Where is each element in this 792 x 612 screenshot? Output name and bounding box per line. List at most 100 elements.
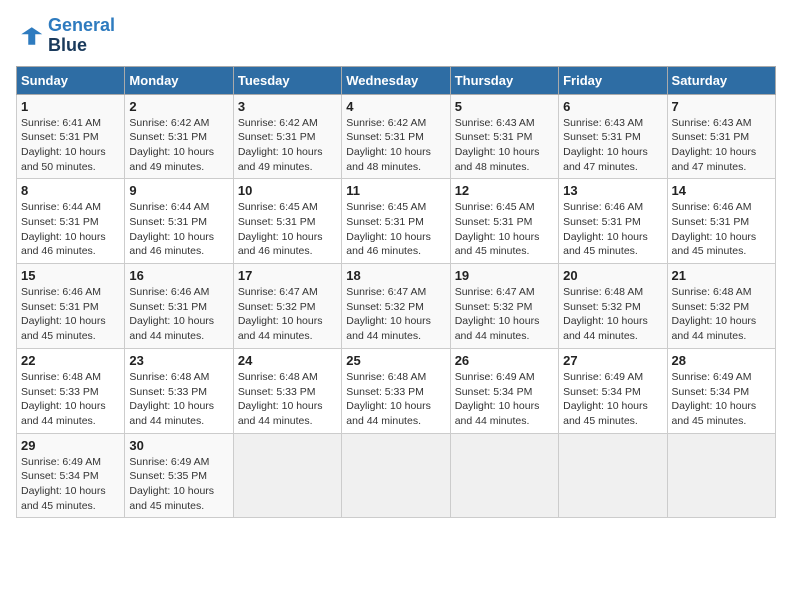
day-detail: Sunrise: 6:48 AM Sunset: 5:33 PM Dayligh… [238,370,337,429]
empty-cell [342,433,450,518]
header-friday: Friday [559,66,667,94]
day-cell-17: 17 Sunrise: 6:47 AM Sunset: 5:32 PM Dayl… [233,264,341,349]
day-detail: Sunrise: 6:45 AM Sunset: 5:31 PM Dayligh… [238,200,337,259]
day-cell-29: 29 Sunrise: 6:49 AM Sunset: 5:34 PM Dayl… [17,433,125,518]
day-number: 24 [238,353,337,368]
empty-cell [667,433,775,518]
day-number: 18 [346,268,445,283]
header-saturday: Saturday [667,66,775,94]
day-cell-12: 12 Sunrise: 6:45 AM Sunset: 5:31 PM Dayl… [450,179,558,264]
day-cell-8: 8 Sunrise: 6:44 AM Sunset: 5:31 PM Dayli… [17,179,125,264]
day-cell-1: 1 Sunrise: 6:41 AM Sunset: 5:31 PM Dayli… [17,94,125,179]
day-cell-4: 4 Sunrise: 6:42 AM Sunset: 5:31 PM Dayli… [342,94,450,179]
header-thursday: Thursday [450,66,558,94]
day-detail: Sunrise: 6:43 AM Sunset: 5:31 PM Dayligh… [455,116,554,175]
day-detail: Sunrise: 6:45 AM Sunset: 5:31 PM Dayligh… [455,200,554,259]
logo: General Blue [16,16,115,56]
day-number: 28 [672,353,771,368]
day-number: 1 [21,99,120,114]
day-cell-14: 14 Sunrise: 6:46 AM Sunset: 5:31 PM Dayl… [667,179,775,264]
empty-cell [559,433,667,518]
day-number: 21 [672,268,771,283]
header-wednesday: Wednesday [342,66,450,94]
day-number: 22 [21,353,120,368]
day-detail: Sunrise: 6:42 AM Sunset: 5:31 PM Dayligh… [238,116,337,175]
day-cell-9: 9 Sunrise: 6:44 AM Sunset: 5:31 PM Dayli… [125,179,233,264]
day-cell-21: 21 Sunrise: 6:48 AM Sunset: 5:32 PM Dayl… [667,264,775,349]
day-number: 2 [129,99,228,114]
day-detail: Sunrise: 6:49 AM Sunset: 5:34 PM Dayligh… [563,370,662,429]
day-number: 15 [21,268,120,283]
day-number: 3 [238,99,337,114]
day-number: 14 [672,183,771,198]
day-detail: Sunrise: 6:46 AM Sunset: 5:31 PM Dayligh… [21,285,120,344]
day-detail: Sunrise: 6:46 AM Sunset: 5:31 PM Dayligh… [563,200,662,259]
header-tuesday: Tuesday [233,66,341,94]
header-monday: Monday [125,66,233,94]
day-detail: Sunrise: 6:47 AM Sunset: 5:32 PM Dayligh… [346,285,445,344]
day-cell-27: 27 Sunrise: 6:49 AM Sunset: 5:34 PM Dayl… [559,348,667,433]
day-cell-6: 6 Sunrise: 6:43 AM Sunset: 5:31 PM Dayli… [559,94,667,179]
day-number: 29 [21,438,120,453]
day-cell-22: 22 Sunrise: 6:48 AM Sunset: 5:33 PM Dayl… [17,348,125,433]
day-detail: Sunrise: 6:44 AM Sunset: 5:31 PM Dayligh… [129,200,228,259]
empty-cell [450,433,558,518]
day-detail: Sunrise: 6:45 AM Sunset: 5:31 PM Dayligh… [346,200,445,259]
day-cell-25: 25 Sunrise: 6:48 AM Sunset: 5:33 PM Dayl… [342,348,450,433]
day-number: 27 [563,353,662,368]
calendar-week-4: 22 Sunrise: 6:48 AM Sunset: 5:33 PM Dayl… [17,348,776,433]
calendar-week-5: 29 Sunrise: 6:49 AM Sunset: 5:34 PM Dayl… [17,433,776,518]
day-detail: Sunrise: 6:46 AM Sunset: 5:31 PM Dayligh… [672,200,771,259]
day-cell-19: 19 Sunrise: 6:47 AM Sunset: 5:32 PM Dayl… [450,264,558,349]
day-detail: Sunrise: 6:43 AM Sunset: 5:31 PM Dayligh… [672,116,771,175]
day-number: 10 [238,183,337,198]
day-number: 12 [455,183,554,198]
calendar-table: SundayMondayTuesdayWednesdayThursdayFrid… [16,66,776,519]
day-cell-24: 24 Sunrise: 6:48 AM Sunset: 5:33 PM Dayl… [233,348,341,433]
day-cell-13: 13 Sunrise: 6:46 AM Sunset: 5:31 PM Dayl… [559,179,667,264]
day-cell-23: 23 Sunrise: 6:48 AM Sunset: 5:33 PM Dayl… [125,348,233,433]
day-cell-3: 3 Sunrise: 6:42 AM Sunset: 5:31 PM Dayli… [233,94,341,179]
day-cell-16: 16 Sunrise: 6:46 AM Sunset: 5:31 PM Dayl… [125,264,233,349]
day-number: 23 [129,353,228,368]
calendar-week-3: 15 Sunrise: 6:46 AM Sunset: 5:31 PM Dayl… [17,264,776,349]
empty-cell [233,433,341,518]
day-detail: Sunrise: 6:46 AM Sunset: 5:31 PM Dayligh… [129,285,228,344]
header: General Blue [16,16,776,56]
day-detail: Sunrise: 6:48 AM Sunset: 5:32 PM Dayligh… [672,285,771,344]
day-detail: Sunrise: 6:41 AM Sunset: 5:31 PM Dayligh… [21,116,120,175]
day-number: 26 [455,353,554,368]
day-detail: Sunrise: 6:49 AM Sunset: 5:34 PM Dayligh… [455,370,554,429]
day-cell-28: 28 Sunrise: 6:49 AM Sunset: 5:34 PM Dayl… [667,348,775,433]
day-detail: Sunrise: 6:47 AM Sunset: 5:32 PM Dayligh… [238,285,337,344]
day-number: 11 [346,183,445,198]
day-detail: Sunrise: 6:49 AM Sunset: 5:34 PM Dayligh… [672,370,771,429]
day-number: 19 [455,268,554,283]
day-detail: Sunrise: 6:48 AM Sunset: 5:33 PM Dayligh… [346,370,445,429]
logo-icon [16,22,44,50]
day-detail: Sunrise: 6:42 AM Sunset: 5:31 PM Dayligh… [346,116,445,175]
calendar-week-1: 1 Sunrise: 6:41 AM Sunset: 5:31 PM Dayli… [17,94,776,179]
day-cell-11: 11 Sunrise: 6:45 AM Sunset: 5:31 PM Dayl… [342,179,450,264]
day-number: 17 [238,268,337,283]
day-cell-15: 15 Sunrise: 6:46 AM Sunset: 5:31 PM Dayl… [17,264,125,349]
day-cell-2: 2 Sunrise: 6:42 AM Sunset: 5:31 PM Dayli… [125,94,233,179]
day-number: 16 [129,268,228,283]
day-detail: Sunrise: 6:47 AM Sunset: 5:32 PM Dayligh… [455,285,554,344]
day-detail: Sunrise: 6:49 AM Sunset: 5:35 PM Dayligh… [129,455,228,514]
day-number: 4 [346,99,445,114]
day-number: 13 [563,183,662,198]
day-detail: Sunrise: 6:48 AM Sunset: 5:32 PM Dayligh… [563,285,662,344]
day-detail: Sunrise: 6:49 AM Sunset: 5:34 PM Dayligh… [21,455,120,514]
day-cell-7: 7 Sunrise: 6:43 AM Sunset: 5:31 PM Dayli… [667,94,775,179]
day-detail: Sunrise: 6:42 AM Sunset: 5:31 PM Dayligh… [129,116,228,175]
logo-text: General Blue [48,16,115,56]
day-number: 30 [129,438,228,453]
day-cell-26: 26 Sunrise: 6:49 AM Sunset: 5:34 PM Dayl… [450,348,558,433]
day-number: 5 [455,99,554,114]
day-detail: Sunrise: 6:48 AM Sunset: 5:33 PM Dayligh… [21,370,120,429]
day-cell-5: 5 Sunrise: 6:43 AM Sunset: 5:31 PM Dayli… [450,94,558,179]
day-number: 20 [563,268,662,283]
day-number: 8 [21,183,120,198]
calendar-week-2: 8 Sunrise: 6:44 AM Sunset: 5:31 PM Dayli… [17,179,776,264]
